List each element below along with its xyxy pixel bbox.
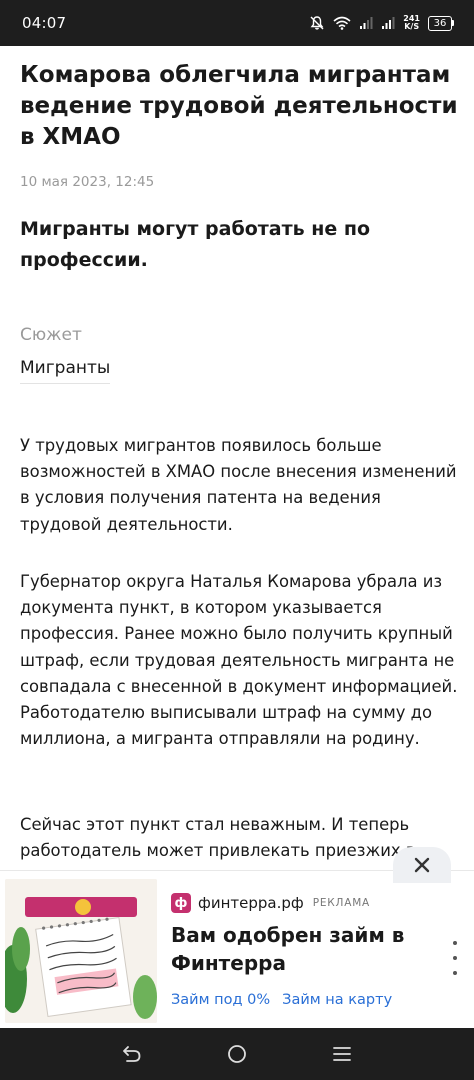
ad-links: Займ под 0% Займ на карту — [171, 992, 392, 1008]
ad-domain[interactable]: финтерра.рф — [198, 894, 304, 912]
ad-illustration — [5, 879, 157, 1023]
battery-level: 36 — [428, 15, 452, 31]
article-lead: Мигранты могут работать не по профессии. — [20, 218, 371, 271]
status-bar: 04:07 241 K/S 36 — [0, 0, 474, 46]
mute-bell-icon — [310, 16, 324, 30]
ad-domain-row[interactable]: ф финтерра.рф РЕКЛАМА — [171, 893, 370, 913]
status-icons: 241 K/S 36 — [309, 15, 454, 31]
navigation-bar — [0, 1028, 474, 1080]
more-vertical-icon[interactable] — [448, 941, 462, 975]
net-speed-unit: K/S — [404, 22, 420, 31]
story-label: Сюжет — [20, 325, 82, 345]
close-ad-button[interactable] — [393, 847, 451, 883]
home-icon[interactable] — [226, 1043, 248, 1065]
ad-link-loan-card[interactable]: Займ на карту — [282, 992, 392, 1008]
article-paragraph: Губернатор округа Наталья Комарова убрал… — [20, 572, 458, 749]
ad-headline[interactable]: Вам одобрен займ в Финтерра — [171, 921, 421, 977]
story-link[interactable]: Мигранты — [20, 358, 111, 384]
article-date: 10 мая 2023, 12:45 — [20, 174, 155, 190]
close-icon — [414, 857, 430, 873]
article-paragraph: У трудовых мигрантов появилось больше во… — [20, 436, 457, 534]
signal-icon — [360, 17, 373, 29]
signal-icon-2 — [382, 17, 395, 29]
back-icon[interactable] — [121, 1043, 143, 1065]
menu-icon[interactable] — [331, 1043, 353, 1065]
ad-image[interactable] — [5, 879, 157, 1023]
net-speed: 241 K/S — [403, 15, 420, 31]
ad-label: РЕКЛАМА — [312, 897, 371, 909]
ad-link-loan-zero[interactable]: Займ под 0% — [171, 992, 270, 1008]
fintera-logo-icon: ф — [171, 893, 191, 913]
article: Комарова облегчила мигрантам ведение тру… — [20, 60, 460, 886]
battery-icon: 36 — [428, 15, 454, 31]
ad-banner[interactable]: ф финтерра.рф РЕКЛАМА Вам одобрен займ в… — [0, 870, 474, 1028]
article-title: Комарова облегчила мигрантам ведение тру… — [20, 62, 458, 150]
wifi-icon — [333, 16, 351, 30]
status-time: 04:07 — [22, 14, 67, 32]
